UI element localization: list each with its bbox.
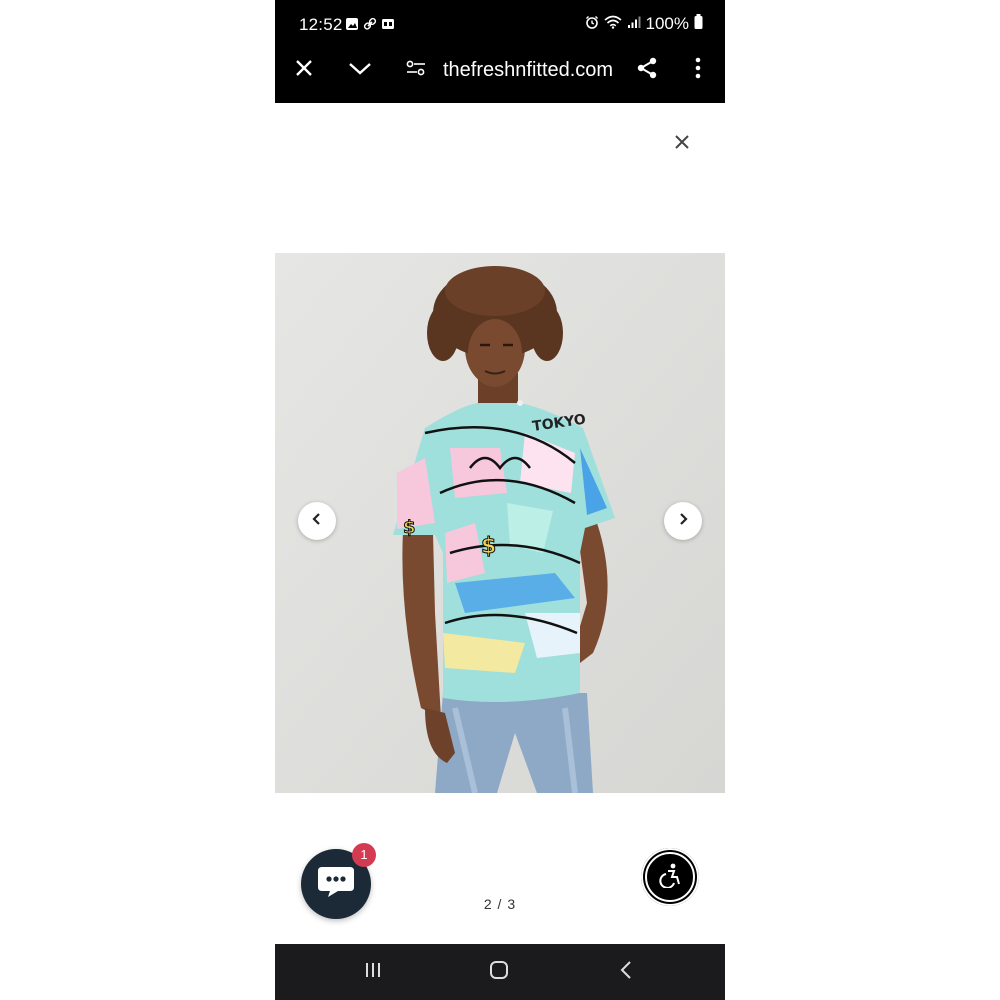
home-icon	[489, 960, 509, 985]
svg-text:$: $	[403, 517, 416, 538]
chat-bubble-icon	[316, 865, 356, 904]
link-icon	[363, 17, 377, 31]
phone-screen: 12:52 100% thefreshnfitted.com TOKYO $ $…	[275, 0, 725, 1000]
top-bar: 12:52 100% thefreshnfitted.com	[275, 0, 725, 103]
accessibility-icon	[657, 862, 683, 893]
minimize-button[interactable]	[346, 56, 374, 84]
next-image-button[interactable]	[664, 502, 702, 540]
close-icon	[294, 58, 314, 83]
more-icon	[695, 57, 701, 84]
image-icon	[345, 17, 359, 31]
battery-icon	[694, 14, 703, 34]
url-text[interactable]: thefreshnfitted.com	[443, 58, 615, 82]
more-menu-button[interactable]	[684, 56, 712, 84]
wifi-icon	[603, 15, 622, 34]
close-icon	[674, 134, 690, 155]
previous-image-button[interactable]	[298, 502, 336, 540]
status-bar: 12:52 100%	[275, 0, 725, 50]
chat-unread-badge: 1	[352, 843, 376, 867]
site-settings-icon	[405, 58, 427, 83]
ge-icon	[381, 17, 395, 31]
recents-icon	[363, 961, 383, 984]
chevron-right-icon	[677, 512, 689, 531]
site-settings-button[interactable]	[402, 56, 430, 84]
accessibility-button[interactable]	[641, 848, 699, 906]
share-icon	[635, 56, 659, 85]
chevron-down-icon	[348, 58, 372, 83]
browser-toolbar: thefreshnfitted.com	[275, 50, 725, 90]
product-image: TOKYO $ $	[275, 253, 725, 793]
home-button[interactable]	[484, 958, 514, 986]
recents-button[interactable]	[358, 958, 388, 986]
status-time: 12:52	[299, 15, 343, 34]
gallery-close-button[interactable]	[671, 133, 693, 155]
share-button[interactable]	[633, 56, 661, 84]
back-icon	[619, 960, 633, 985]
signal-icon	[627, 15, 641, 34]
svg-text:$: $	[481, 534, 496, 559]
system-nav-bar	[275, 944, 725, 1000]
back-button[interactable]	[611, 958, 641, 986]
alarm-icon	[585, 15, 599, 34]
chevron-left-icon	[311, 512, 323, 531]
battery-percent: 100%	[645, 14, 689, 33]
close-tab-button[interactable]	[290, 56, 318, 84]
